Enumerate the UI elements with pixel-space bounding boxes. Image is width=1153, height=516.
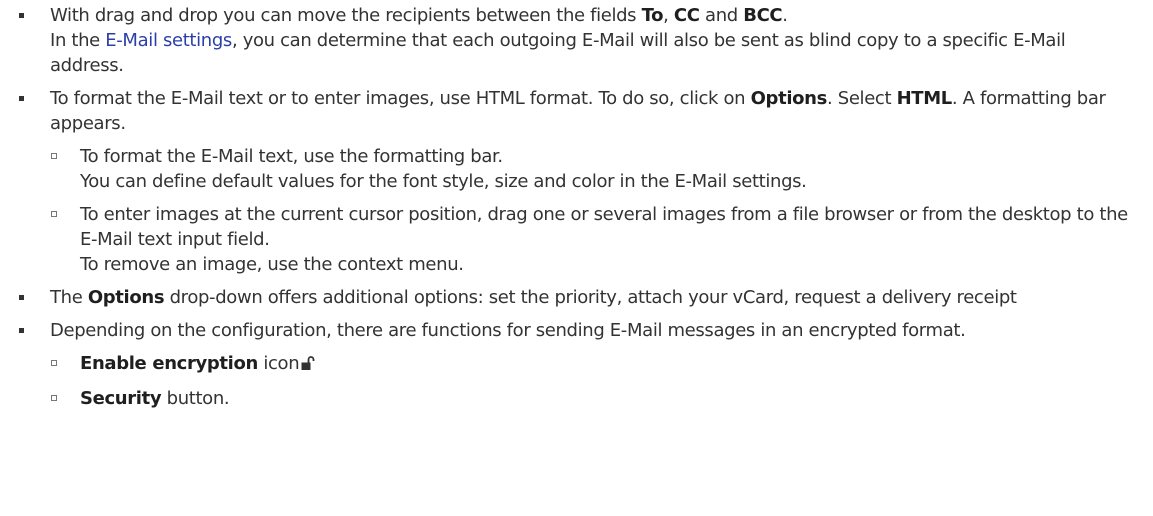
item-text: The Options drop-down offers additional … xyxy=(50,285,1130,310)
sub-item-images: To enter images at the current cursor po… xyxy=(50,202,1130,277)
item-text: In the E-Mail settings, you can determin… xyxy=(50,28,1130,78)
item-text: With drag and drop you can move the reci… xyxy=(50,3,1130,28)
enable-encryption-label: Enable encryption xyxy=(80,353,258,374)
sub-item-enable-encryption: Enable encryption icon xyxy=(50,351,1130,378)
sub-item-text: Enable encryption icon xyxy=(80,351,1130,378)
text: icon xyxy=(257,353,300,374)
sub-list: Enable encryption icon Security button. xyxy=(50,351,1130,411)
list-item-encryption: Depending on the configuration, there ar… xyxy=(0,318,1130,411)
text: With drag and drop you can move the reci… xyxy=(50,5,642,26)
email-settings-link[interactable]: E-Mail settings xyxy=(105,30,232,51)
options-label: Options xyxy=(87,287,165,308)
item-text: To format the E-Mail text or to enter im… xyxy=(50,86,1130,136)
unlocked-padlock-icon xyxy=(301,353,315,378)
tips-list: With drag and drop you can move the reci… xyxy=(0,3,1130,419)
text: and xyxy=(699,5,744,26)
field-bcc-label: BCC xyxy=(743,5,783,26)
options-label: Options xyxy=(750,88,828,109)
field-cc-label: CC xyxy=(673,5,700,26)
sub-item-text: To format the E-Mail text, use the forma… xyxy=(80,146,503,167)
list-item-options: The Options drop-down offers additional … xyxy=(0,285,1130,310)
security-label: Security xyxy=(80,388,162,409)
html-label: HTML xyxy=(896,88,953,109)
text: drop-down offers additional options: set… xyxy=(164,287,1017,308)
sub-item-text: Security button. xyxy=(80,386,1130,411)
sub-item-text: To remove an image, use the context menu… xyxy=(80,254,464,275)
text: . Select xyxy=(827,88,897,109)
text: . xyxy=(782,5,788,26)
sub-item-formatting-bar: To format the E-Mail text, use the forma… xyxy=(50,144,1130,194)
text: In the xyxy=(50,30,106,51)
sub-list: To format the E-Mail text, use the forma… xyxy=(50,144,1130,277)
help-page: With drag and drop you can move the reci… xyxy=(0,0,1153,516)
text: , xyxy=(663,5,674,26)
text: button. xyxy=(161,388,230,409)
list-item-html-format: To format the E-Mail text or to enter im… xyxy=(0,86,1130,277)
sub-item-text: You can define default values for the fo… xyxy=(80,171,807,192)
item-text: Depending on the configuration, there ar… xyxy=(50,320,966,341)
text: The xyxy=(50,287,88,308)
text: To format the E-Mail text or to enter im… xyxy=(50,88,751,109)
list-item-drag-drop: With drag and drop you can move the reci… xyxy=(0,3,1130,78)
field-to-label: To xyxy=(641,5,664,26)
sub-item-security: Security button. xyxy=(50,386,1130,411)
sub-item-text: To enter images at the current cursor po… xyxy=(80,204,1128,250)
